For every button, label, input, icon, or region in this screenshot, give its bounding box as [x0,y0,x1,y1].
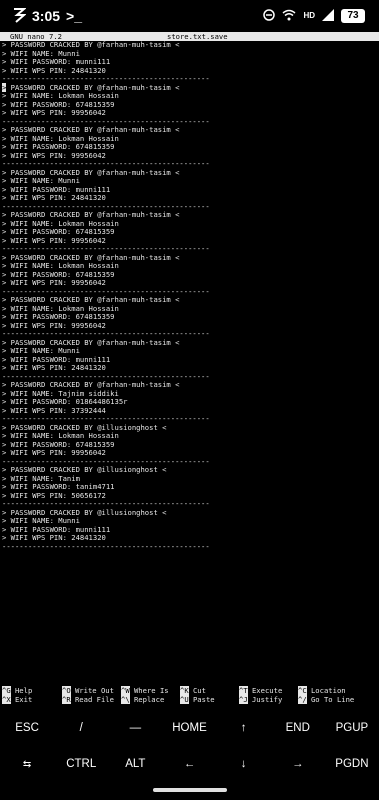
shortcut-label: Location [310,686,346,695]
nano-title-bar: GNU nano 7.2 store.txt.save [0,32,379,41]
shortcut-key: ^X [2,695,11,704]
shortcut-label: Write Out [74,686,114,695]
extra-keys-row-2: ⇆ CTRL ALT ← ↓ → PGDN [0,746,379,782]
shortcut-cut[interactable]: ^K Cut ^U Paste [180,686,240,704]
shortcut-label: Where Is [133,686,169,695]
shortcut-write-out[interactable]: ^O Write Out ^R Read File [62,686,122,704]
arrow-left-key[interactable]: ← [162,746,216,782]
shortcut-location[interactable]: ^C Location ^/ Go To Line [298,686,378,704]
shortcut-label: Replace [133,695,165,704]
home-key[interactable]: HOME [162,710,216,746]
extra-keys-bar: ESC / — HOME ↑ END PGUP ⇆ CTRL ALT ← ↓ →… [0,710,379,782]
shortcut-key: ^J [239,695,248,704]
shortcut-help[interactable]: ^G Help ^X Exit [2,686,62,704]
shortcut-where-is[interactable]: ^W Where Is ^\ Replace [121,686,181,704]
separator-line: ----------------------------------------… [2,541,210,551]
shortcut-execute[interactable]: ^T Execute ^J Justify [239,686,299,704]
pgup-key[interactable]: PGUP [325,710,379,746]
shortcut-label: Execute [251,686,283,695]
gesture-navigation-handle[interactable] [153,788,227,792]
terminal-icon: >_ [66,8,82,24]
battery-indicator: 73 [341,9,365,23]
shortcut-label: Paste [192,695,215,704]
shortcut-label: Cut [192,686,206,695]
arrow-down-key[interactable]: ↓ [217,746,271,782]
shortcut-label: Help [14,686,33,695]
extra-keys-row-1: ESC / — HOME ↑ END PGUP [0,710,379,746]
shortcut-label: Exit [14,695,33,704]
shortcut-label: Go To Line [310,695,355,704]
dash-key[interactable]: — [108,710,162,746]
file-name: store.txt.save [167,32,228,41]
dnd-icon [263,8,276,24]
shortcut-key: ^U [180,695,189,704]
status-bar: 3:05 >_ HD 73 [0,0,379,32]
signal-icon [322,8,334,24]
shortcut-help-bar: ^G Help ^X Exit ^O Write Out ^R Read Fil… [0,686,379,708]
shortcut-label: Justify [251,695,283,704]
shortcut-key: ^R [62,695,71,704]
esc-key[interactable]: ESC [0,710,54,746]
shortcut-key: ^/ [298,695,307,704]
clock: 3:05 [32,8,61,24]
shortcut-key: ^\ [121,695,130,704]
shortcut-label: Read File [74,695,114,704]
alt-key[interactable]: ALT [108,746,162,782]
shortcut-key: ^O [62,686,71,695]
shortcut-key: ^T [239,686,248,695]
ctrl-key[interactable]: CTRL [54,746,108,782]
shortcut-key: ^C [298,686,307,695]
slash-key[interactable]: / [54,710,108,746]
arrow-right-key[interactable]: → [271,746,325,782]
pgdn-key[interactable]: PGDN [325,746,379,782]
arrow-up-key[interactable]: ↑ [217,710,271,746]
network-type-label: HD [303,11,315,20]
app-logo-icon [12,7,27,26]
wifi-icon [282,8,296,24]
shortcut-key: ^K [180,686,189,695]
editor-text-area[interactable]: > PASSWORD CRACKED BY @farhan-muh-tasim … [0,41,379,681]
end-key[interactable]: END [271,710,325,746]
shortcut-key: ^W [121,686,130,695]
nano-version: GNU nano 7.2 [10,32,62,41]
shortcut-key: ^G [2,686,11,695]
tab-key[interactable]: ⇆ [0,746,54,782]
